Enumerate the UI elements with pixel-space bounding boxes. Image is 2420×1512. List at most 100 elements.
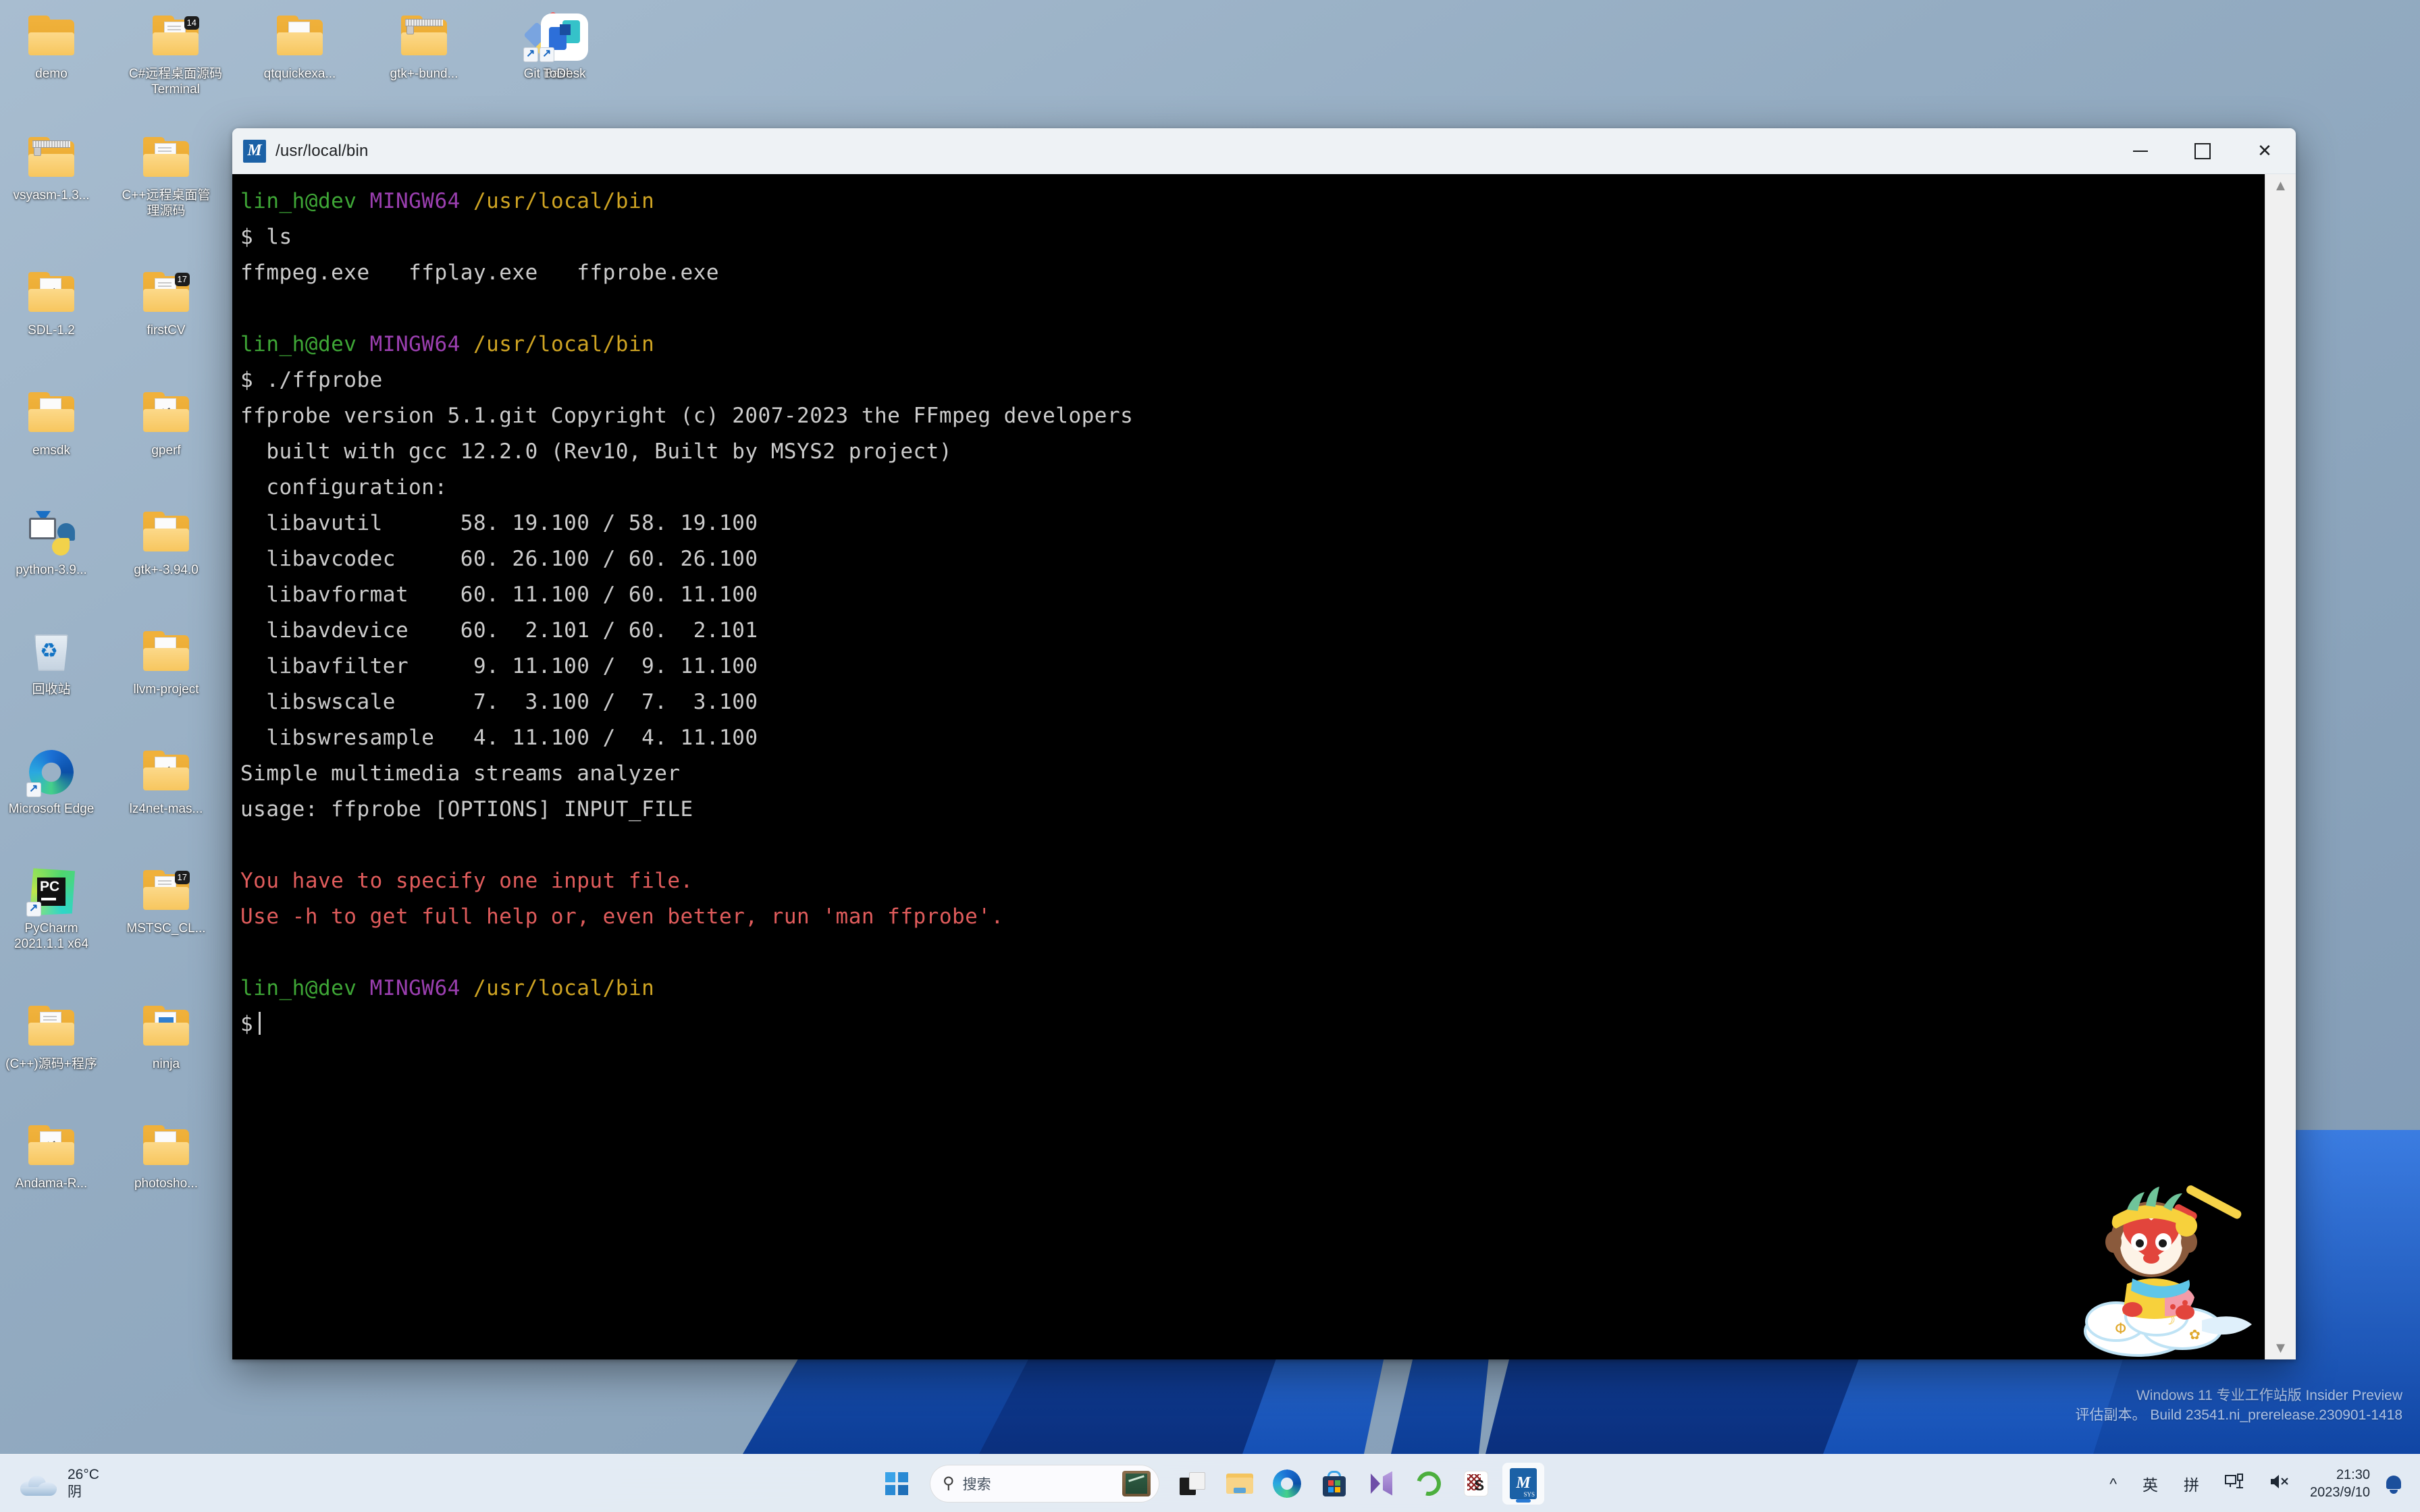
terminal-scrollbar[interactable]: ▲ ▼ — [2265, 174, 2296, 1359]
desktop-icon-photoshop[interactable]: photosho... — [115, 1118, 217, 1195]
taskbar-weather-widget[interactable]: 26°C 阴 — [0, 1466, 203, 1501]
taskbar-item-microsoft-store[interactable] — [1313, 1463, 1355, 1505]
desktop-icon-label: (C++)源码+程序 — [5, 1056, 97, 1071]
network-icon[interactable] — [2219, 1469, 2249, 1498]
folder-icon — [26, 1002, 76, 1052]
desktop-icon-label: gtk+-3.94.0 — [134, 562, 199, 577]
desktop-icon-lz4net[interactable]: lz4net-mas... — [115, 743, 217, 821]
recycle-bin-icon: ♻ — [26, 628, 76, 678]
maximize-icon — [2194, 143, 2211, 159]
desktop-icon-microsoft-edge[interactable]: Microsoft Edge — [0, 743, 103, 821]
ime-mode-indicator[interactable]: 拼 — [2178, 1468, 2205, 1499]
desktop-icon-mstsc-cl[interactable]: 17 MSTSC_CL... — [115, 863, 217, 956]
watermark-line-1: Windows 11 专业工作站版 Insider Preview — [2136, 1388, 2402, 1404]
cloud-icon — [19, 1472, 58, 1496]
taskbar-item-microsoft-edge[interactable] — [1266, 1463, 1308, 1505]
desktop-icon-label: ninja — [152, 1056, 180, 1071]
desktop-icon-gtk394[interactable]: gtk+-3.94.0 — [115, 504, 217, 582]
terminal-body[interactable]: lin_h@dev MINGW64 /usr/local/bin $ ls ff… — [232, 174, 2296, 1359]
zip-folder-icon — [399, 12, 449, 62]
search-highlight-thumbnail-icon[interactable] — [1122, 1470, 1151, 1496]
volume-glyph — [2271, 1475, 2288, 1488]
clock-time: 21:30 — [2336, 1467, 2370, 1482]
folder-icon — [141, 134, 191, 184]
desktop-icon-qtquickexample[interactable]: qtquickexa... — [248, 8, 351, 101]
tray-chevron-up-icon[interactable]: ^ — [2104, 1471, 2122, 1497]
desktop-icon-demo[interactable]: demo — [0, 8, 103, 101]
minimize-button[interactable] — [2109, 128, 2172, 174]
minimize-icon — [2133, 151, 2148, 152]
desktop-icon-csharp-remote[interactable]: 14 C#远程桌面源码Terminal — [124, 8, 227, 101]
green-ring-icon — [1412, 1466, 1446, 1501]
desktop-icon-label: PyCharm 2021.1.1 x64 — [14, 921, 88, 952]
desktop-icon-gperf[interactable]: gperf — [115, 385, 217, 462]
desktop-icon-label: MSTSC_CL... — [126, 921, 206, 936]
desktop-icon-todesk[interactable]: ToDesk — [513, 8, 616, 86]
clock-date: 2023/9/10 — [2310, 1485, 2370, 1500]
windows-activation-watermark: Windows 11 专业工作站版 Insider Preview 评估副本。 … — [2076, 1386, 2402, 1426]
desktop-icon-label: python-3.9... — [16, 562, 87, 577]
desktop-icon-emsdk[interactable]: emsdk — [0, 385, 103, 462]
taskbar[interactable]: 26°C 阴 ⚲ 搜索 S M SYS ^ 英 拼 21:30 2023/9/1… — [0, 1454, 2420, 1512]
desktop-icon-label: gtk+-bund... — [390, 67, 458, 81]
desktop-icon-andama[interactable]: Andama-R... — [0, 1118, 103, 1195]
monkey-king-mascot: Φ ✿ ☽ — [2084, 1185, 2252, 1357]
desktop-icon-label: C#远程桌面源码Terminal — [128, 67, 223, 97]
folder-icon: 14 — [151, 12, 201, 62]
zip-folder-icon — [26, 134, 76, 184]
desktop-icon-python[interactable]: python-3.9... — [0, 504, 103, 582]
taskbar-item-green-ring-app[interactable] — [1408, 1463, 1450, 1505]
mintty-terminal-window[interactable]: M /usr/local/bin lin_h@dev MINGW64 /usr/… — [232, 128, 2296, 1359]
desktop-icon-label: ToDesk — [543, 67, 586, 81]
windows-logo-icon — [885, 1472, 908, 1495]
desktop-icon-firstcv[interactable]: 17 firstCV — [115, 265, 217, 342]
desktop-icon-label: SDL-1.2 — [28, 323, 75, 338]
desktop-icon-sdl[interactable]: SDL-1.2 — [0, 265, 103, 342]
scroll-up-arrow-icon[interactable]: ▲ — [2273, 178, 2288, 193]
close-button[interactable] — [2234, 128, 2296, 174]
msys2-icon: M SYS — [1510, 1467, 1537, 1499]
search-icon: ⚲ — [943, 1474, 955, 1492]
desktop-icon-vsyasm[interactable]: vsyasm-1.3... — [0, 130, 103, 223]
desktop-icon-label: firstCV — [147, 323, 186, 338]
desktop-icon-grid: vsyasm-1.3... C++远程桌面管理源码 SDL-1.2 17 fir… — [0, 122, 230, 1195]
terminal-screen[interactable]: lin_h@dev MINGW64 /usr/local/bin $ ls ff… — [232, 174, 2265, 1359]
folder-icon — [141, 1122, 191, 1172]
folder-icon — [26, 389, 76, 439]
start-button[interactable] — [876, 1463, 918, 1505]
folder-icon — [141, 389, 191, 439]
taskbar-clock[interactable]: 21:30 2023/9/10 — [2310, 1466, 2370, 1501]
taskbar-item-task-view[interactable] — [1172, 1463, 1213, 1505]
taskbar-item-visual-studio[interactable] — [1361, 1463, 1402, 1505]
window-title-bar[interactable]: M /usr/local/bin — [232, 128, 2296, 174]
pycharm-icon: PC — [26, 867, 76, 917]
folder-badge: 14 — [184, 16, 199, 30]
taskbar-item-file-explorer[interactable] — [1219, 1463, 1261, 1505]
network-glyph — [2225, 1474, 2244, 1488]
desktop-icon-label: lz4net-mas... — [129, 802, 203, 817]
folder-icon — [26, 12, 76, 62]
desktop-icon-llvm-project[interactable]: llvm-project — [115, 624, 217, 701]
weather-condition: 阴 — [68, 1484, 82, 1500]
taskbar-item-msys2[interactable]: M SYS — [1502, 1462, 1544, 1505]
taskbar-search-box[interactable]: ⚲ 搜索 — [930, 1464, 1159, 1503]
desktop-icon-gtk-bundle[interactable]: gtk+-bund... — [373, 8, 475, 101]
s-app-icon — [1464, 1470, 1488, 1496]
microsoft-store-icon — [1323, 1470, 1346, 1496]
desktop-icon-ninja[interactable]: ninja — [115, 998, 217, 1076]
taskbar-item-s-app[interactable] — [1455, 1463, 1497, 1505]
scroll-down-arrow-icon[interactable]: ▼ — [2273, 1341, 2288, 1355]
desktop-icon-recycle-bin[interactable]: ♻ 回收站 — [0, 624, 103, 701]
edge-icon — [1269, 1465, 1305, 1502]
desktop-icon-cpp-source-program[interactable]: (C++)源码+程序 — [0, 998, 103, 1076]
folder-icon — [141, 508, 191, 558]
svg-text:Φ: Φ — [2115, 1321, 2126, 1338]
folder-icon — [26, 1122, 76, 1172]
volume-muted-icon[interactable] — [2264, 1469, 2295, 1498]
desktop-icon-pycharm[interactable]: PC PyCharm 2021.1.1 x64 — [0, 863, 103, 956]
ime-language-indicator[interactable]: 英 — [2137, 1468, 2163, 1499]
desktop-icon-cpp-remote[interactable]: C++远程桌面管理源码 — [115, 130, 217, 223]
scrollbar-thumb[interactable] — [2265, 193, 2296, 1341]
maximize-button[interactable] — [2172, 128, 2234, 174]
notification-bell-icon[interactable] — [2385, 1474, 2402, 1494]
